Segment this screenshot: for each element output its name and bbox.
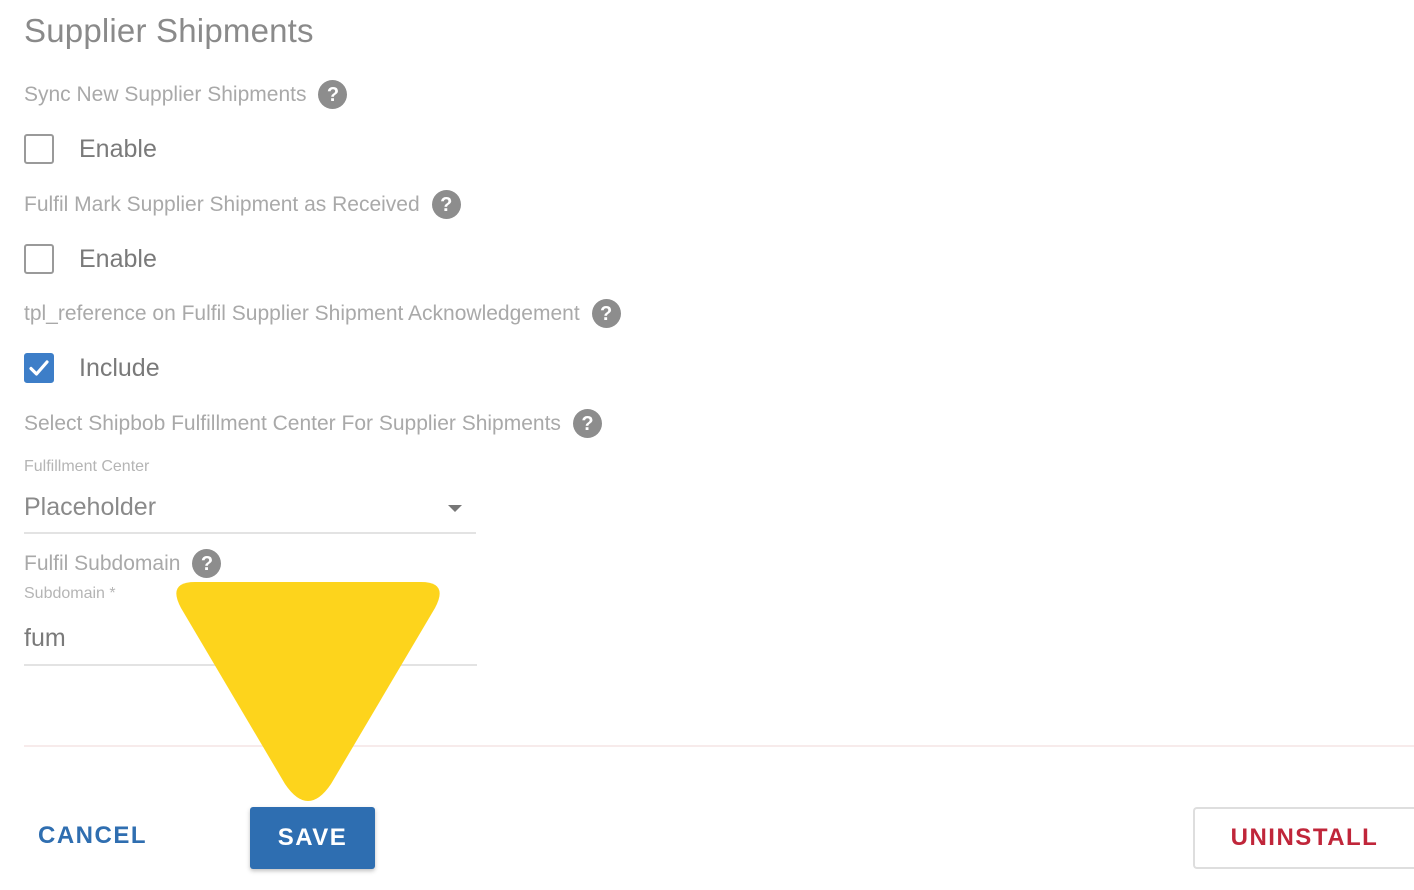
- question-circle-icon[interactable]: ?: [591, 299, 621, 328]
- mark-received-option: Enable: [24, 244, 157, 274]
- mark-received-checkbox[interactable]: [24, 244, 54, 274]
- tpl-reference-checkbox-label[interactable]: Include: [79, 354, 160, 383]
- section-title: Supplier Shipments: [24, 12, 314, 49]
- mark-received-label: Fulfil Mark Supplier Shipment as Receive…: [24, 190, 461, 219]
- fulfillment-center-field-label: Fulfillment Center: [24, 458, 150, 475]
- tpl-reference-label: tpl_reference on Fulfil Supplier Shipmen…: [24, 299, 621, 328]
- sync-new-shipments-checkbox[interactable]: [24, 134, 54, 164]
- subdomain-section-label-text: Fulfil Subdomain: [24, 551, 181, 575]
- fulfillment-center-section-label-text: Select Shipbob Fulfillment Center For Su…: [24, 411, 561, 435]
- fulfillment-center-select[interactable]: Placeholder: [24, 488, 476, 534]
- mark-received-checkbox-label[interactable]: Enable: [79, 245, 157, 274]
- caret-down-icon: [448, 505, 462, 512]
- sync-new-shipments-checkbox-label[interactable]: Enable: [79, 135, 157, 164]
- fulfillment-center-selected-value: Placeholder: [24, 493, 157, 521]
- question-circle-icon[interactable]: ?: [318, 80, 348, 109]
- sync-new-shipments-option: Enable: [24, 134, 157, 164]
- tpl-reference-label-text: tpl_reference on Fulfil Supplier Shipmen…: [24, 301, 580, 325]
- cancel-button[interactable]: CANCEL: [38, 822, 147, 850]
- question-circle-icon[interactable]: ?: [572, 409, 602, 438]
- tpl-reference-option: Include: [24, 353, 160, 383]
- annotation-arrow-icon: [176, 582, 440, 801]
- subdomain-field-label: Subdomain *: [24, 585, 116, 602]
- checkmark-icon: [29, 360, 49, 376]
- uninstall-button[interactable]: UNINSTALL: [1193, 807, 1414, 869]
- sync-new-shipments-label-text: Sync New Supplier Shipments: [24, 82, 307, 106]
- tpl-reference-checkbox[interactable]: [24, 353, 54, 383]
- sync-new-shipments-label: Sync New Supplier Shipments ?: [24, 80, 348, 109]
- mark-received-label-text: Fulfil Mark Supplier Shipment as Receive…: [24, 192, 420, 216]
- supplier-shipments-settings: Supplier Shipments Sync New Supplier Shi…: [0, 0, 1414, 890]
- save-button[interactable]: SAVE: [250, 807, 375, 869]
- subdomain-input-value: fum: [24, 624, 66, 652]
- question-circle-icon[interactable]: ?: [431, 190, 461, 219]
- fulfillment-center-section-label: Select Shipbob Fulfillment Center For Su…: [24, 409, 602, 438]
